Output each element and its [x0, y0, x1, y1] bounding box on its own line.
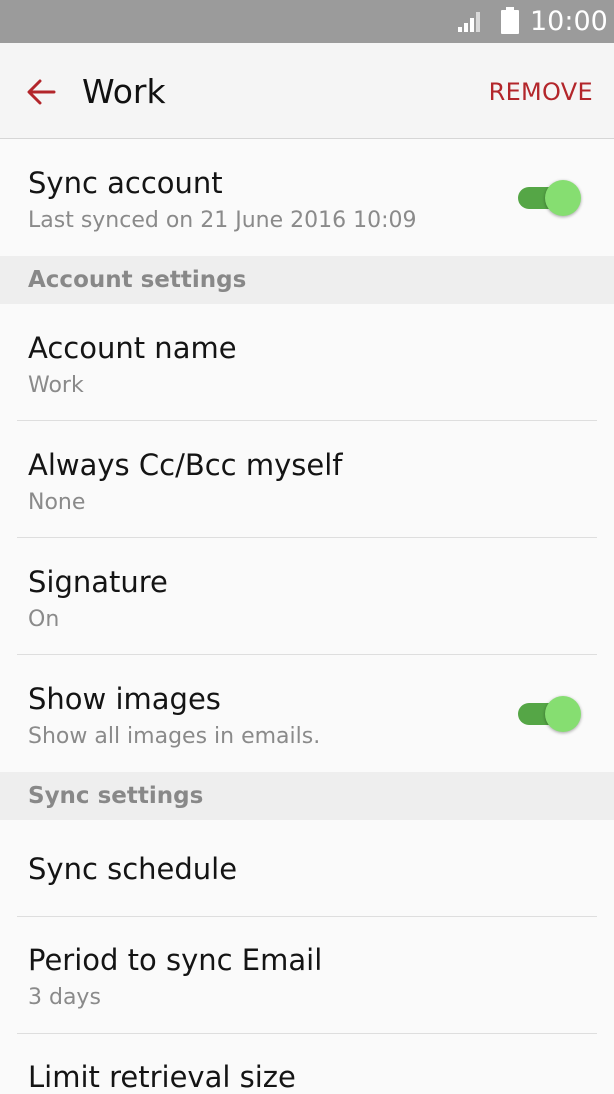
signature-value: On [28, 607, 60, 632]
sync-schedule-row[interactable]: Sync schedule [0, 820, 614, 917]
sync-account-subtitle: Last synced on 21 June 2016 10:09 [28, 208, 417, 233]
account-name-row[interactable]: Account name Work [0, 304, 614, 421]
period-to-sync-row[interactable]: Period to sync Email 3 days [0, 917, 614, 1034]
account-name-title: Account name [28, 331, 237, 365]
period-to-sync-value: 3 days [28, 985, 101, 1010]
sync-account-toggle[interactable] [518, 178, 582, 218]
show-images-subtitle: Show all images in emails. [28, 724, 321, 749]
app-bar: Work REMOVE [0, 43, 614, 139]
battery-icon [501, 7, 519, 34]
section-header-account-settings: Account settings [0, 256, 614, 304]
toggle-thumb [545, 696, 581, 732]
sync-account-row[interactable]: Sync account Last synced on 21 June 2016… [0, 140, 614, 256]
signature-title: Signature [28, 565, 168, 599]
sync-account-title: Sync account [28, 166, 223, 200]
show-images-title: Show images [28, 682, 221, 716]
sync-schedule-title: Sync schedule [28, 852, 238, 886]
section-header-label: Sync settings [28, 783, 204, 809]
section-header-label: Account settings [28, 267, 247, 293]
status-time: 10:00 [530, 6, 608, 37]
cc-bcc-title: Always Cc/Bcc myself [28, 448, 343, 482]
toggle-thumb [545, 180, 581, 216]
period-to-sync-title: Period to sync Email [28, 943, 323, 977]
remove-button[interactable]: REMOVE [489, 77, 593, 107]
signature-row[interactable]: Signature On [0, 538, 614, 655]
back-arrow-icon [27, 79, 56, 105]
limit-retrieval-row[interactable]: Limit retrieval size [0, 1034, 614, 1094]
status-bar: 10:00 [0, 0, 614, 43]
section-header-sync-settings: Sync settings [0, 772, 614, 820]
page-title: Work [82, 72, 166, 111]
show-images-row[interactable]: Show images Show all images in emails. [0, 655, 614, 772]
account-name-value: Work [28, 373, 84, 398]
signal-icon [458, 12, 480, 32]
cc-bcc-value: None [28, 490, 86, 515]
back-button[interactable] [22, 73, 60, 111]
cc-bcc-row[interactable]: Always Cc/Bcc myself None [0, 421, 614, 538]
limit-retrieval-title: Limit retrieval size [28, 1060, 296, 1094]
show-images-toggle[interactable] [518, 694, 582, 734]
